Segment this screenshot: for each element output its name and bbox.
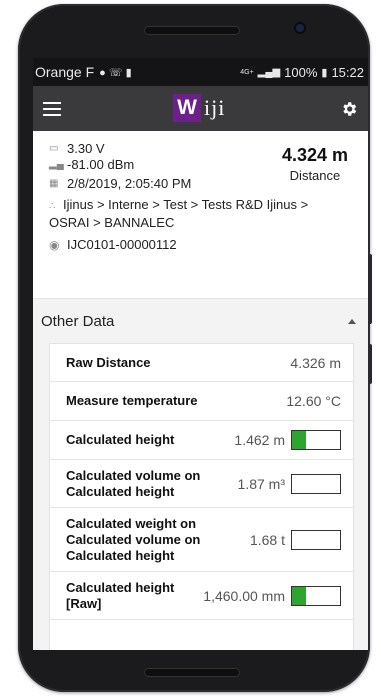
table-row: Raw Distance 4.326 m (50, 344, 353, 382)
signal-icon: ▂▄▆ (257, 66, 281, 78)
sensor-summary: ▭ 3.30 V ▂▄ -81.00 dBm ▦ 2/8/2019, 2:05:… (33, 131, 368, 299)
main-content: ▭ 3.30 V ▂▄ -81.00 dBm ▦ 2/8/2019, 2:05:… (33, 131, 368, 650)
row-value: 1,460.00 mm (203, 587, 285, 604)
table-row: Calculated height [Raw] 1,460.00 mm (50, 572, 353, 620)
level-gauge (291, 473, 341, 494)
battery-level-icon: ▭ (49, 143, 59, 154)
table-row: Calculated weight on Calculated volume o… (50, 508, 353, 572)
measure-datetime: 2/8/2019, 2:05:40 PM (67, 176, 192, 191)
level-gauge (291, 529, 341, 550)
hamburger-menu-icon[interactable] (43, 101, 61, 116)
level-gauge (291, 430, 341, 450)
row-label: Calculated height (66, 432, 175, 447)
row-label: Calculated height [Raw] (66, 579, 175, 611)
device-icon: ◉ (49, 238, 60, 252)
carrier-name: Orange F (35, 64, 95, 80)
site-path-text: Ijinus > Interne > Test > Tests R&D Ijin… (49, 197, 309, 230)
battery-icon: ▮ (321, 66, 328, 79)
other-data-header[interactable]: Other Data (33, 299, 368, 343)
battery-percent: 100% (284, 64, 318, 80)
row-label: Calculated weight on Calculated volume o… (66, 515, 201, 563)
signal-strength-icon: ▂▄ (49, 159, 64, 170)
distance-readout: 4.324 m Distance (282, 145, 348, 183)
table-row: Calculated volume on Calculated height 1… (50, 460, 353, 508)
row-label: Raw Distance (66, 354, 151, 370)
front-camera (294, 22, 306, 34)
screen: Orange F ● ☏ ▮ 4G+ ▂▄▆ 100% ▮ 15:22 W ij… (33, 58, 368, 650)
volume-button (368, 254, 372, 324)
site-path: ∴ Ijinus > Interne > Test > Tests R&D Iji… (49, 197, 352, 231)
calendar-icon: ▦ (49, 178, 59, 189)
logo-text: iji (204, 95, 226, 120)
notification-icons: ● ☏ ▮ (99, 66, 132, 79)
collapse-caret-icon[interactable] (348, 318, 356, 324)
device-id: IJC0101-00000112 (67, 237, 177, 252)
network-type: 4G+ (240, 68, 254, 76)
row-value: 12.60 °C (286, 393, 341, 409)
row-label: Calculated volume on Calculated height (66, 467, 201, 499)
table-row: Calculated height 1.462 m (50, 421, 353, 460)
app-bar: W iji (33, 86, 368, 131)
logo-mark: W (173, 94, 201, 122)
status-bar: Orange F ● ☏ ▮ 4G+ ▂▄▆ 100% ▮ 15:22 (33, 58, 368, 86)
row-label: Measure temperature (66, 393, 198, 408)
level-gauge-fill (292, 586, 307, 605)
row-value: 4.326 m (290, 354, 341, 371)
level-gauge-fill (292, 431, 307, 449)
distance-value: 4.324 m (281, 145, 348, 165)
table-row (50, 620, 353, 650)
gear-icon[interactable] (340, 100, 358, 118)
clock: 15:22 (331, 64, 364, 80)
bottom-speaker (144, 668, 240, 677)
voltage: 3.30 V (67, 141, 105, 156)
signal-strength: -81.00 dBm (67, 157, 135, 172)
row-value: 1.87 m³ (237, 475, 285, 492)
level-gauge (291, 585, 341, 606)
distance-label: Distance (289, 168, 341, 183)
table-row: Measure temperature 12.60 °C (50, 382, 353, 421)
app-logo: W iji (173, 94, 225, 122)
other-data-title: Other Data (41, 312, 115, 330)
row-value: 1.462 m (234, 432, 285, 448)
other-data-table: Raw Distance 4.326 m Measure temperature… (49, 343, 354, 650)
earpiece-speaker (144, 26, 240, 35)
power-button (368, 344, 372, 384)
row-value: 1.68 t (249, 531, 285, 548)
group-icon: ∴ (49, 201, 56, 212)
